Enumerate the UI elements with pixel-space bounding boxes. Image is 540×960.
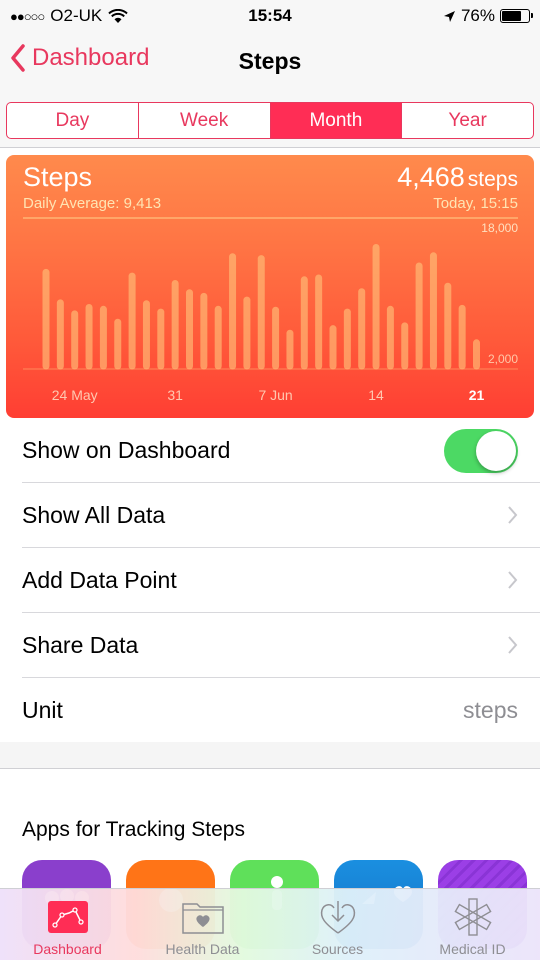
chevron-right-icon [508,636,518,654]
y-tick-label: 18,000 [481,221,518,235]
status-bar: ●●○○○ O2-UK 15:54 76% [0,0,540,32]
steps-chart-card[interactable]: 18,000 2,000 24 May 31 7 Jun 14 21 Steps Daily… [6,155,534,418]
segment-day[interactable]: Day [7,103,139,138]
tab-label: Sources [311,941,364,957]
x-tick-label: 21 [469,387,485,403]
chevron-right-icon [508,571,518,589]
tab-medical-id[interactable]: Medical ID [405,889,540,960]
location-arrow-icon [443,10,455,22]
back-label: Dashboard [32,44,150,71]
share-data-row[interactable]: Share Data [0,613,540,678]
chevron-right-icon [508,506,518,524]
x-tick-label: 7 Jun [258,387,292,403]
section-separator [0,742,540,769]
battery-icon [500,9,533,23]
medical-id-asterisk-icon [453,898,492,936]
tab-bar: Dashboard Health Data Sources Medical ID [0,888,540,960]
latest-value-date: Today, 15:15 [433,195,518,212]
period-selector-bar: Day Week Month Year [0,92,540,148]
dashboard-chart-icon [47,901,88,933]
add-data-point-row[interactable]: Add Data Point [0,548,540,613]
row-label: Add Data Point [22,567,177,593]
tab-label: Medical ID [439,941,506,957]
show-on-dashboard-toggle[interactable] [444,429,518,473]
battery-percent: 76% [460,6,495,25]
health-data-folder-icon [181,903,224,934]
row-label: Show on Dashboard [22,437,231,463]
tab-label: Dashboard [33,941,102,957]
x-tick-label: 24 May [52,387,98,403]
x-tick-label: 14 [368,387,384,403]
toggle-knob [476,431,516,471]
y-tick-label: 2,000 [488,352,518,366]
tab-sources[interactable]: Sources [270,889,405,960]
row-label: Show All Data [22,502,166,528]
daily-average: Daily Average: 9,413 [23,195,162,212]
tab-dashboard[interactable]: Dashboard [0,889,135,960]
latest-value-number: 4,468 [397,162,465,192]
x-tick-label: 31 [167,387,183,403]
latest-value: 4,468 steps [397,162,518,193]
tab-health-data[interactable]: Health Data [135,889,270,960]
period-segmented-control: Day Week Month Year [6,102,534,139]
latest-value-unit: steps [467,168,518,191]
chart-title: Steps [23,162,93,192]
unit-value: steps [463,697,518,723]
row-label: Share Data [22,632,139,658]
show-all-data-row[interactable]: Show All Data [0,483,540,548]
segment-week[interactable]: Week [139,103,271,138]
apps-section-title: Apps for Tracking Steps [22,818,245,841]
sources-heart-download-icon [320,901,355,934]
segment-month[interactable]: Month [270,103,403,138]
row-label: Unit [22,697,63,723]
segment-year[interactable]: Year [402,103,533,138]
back-button[interactable]: Dashboard [10,44,149,72]
unit-row[interactable]: Unit steps [0,678,540,743]
steps-settings-list: Show on Dashboard Show All Data Add Data… [0,418,540,743]
show-on-dashboard-row: Show on Dashboard [0,418,540,483]
navigation-bar: Dashboard Steps [0,32,540,92]
chevron-left-icon [11,44,25,72]
tab-label: Health Data [165,941,240,957]
